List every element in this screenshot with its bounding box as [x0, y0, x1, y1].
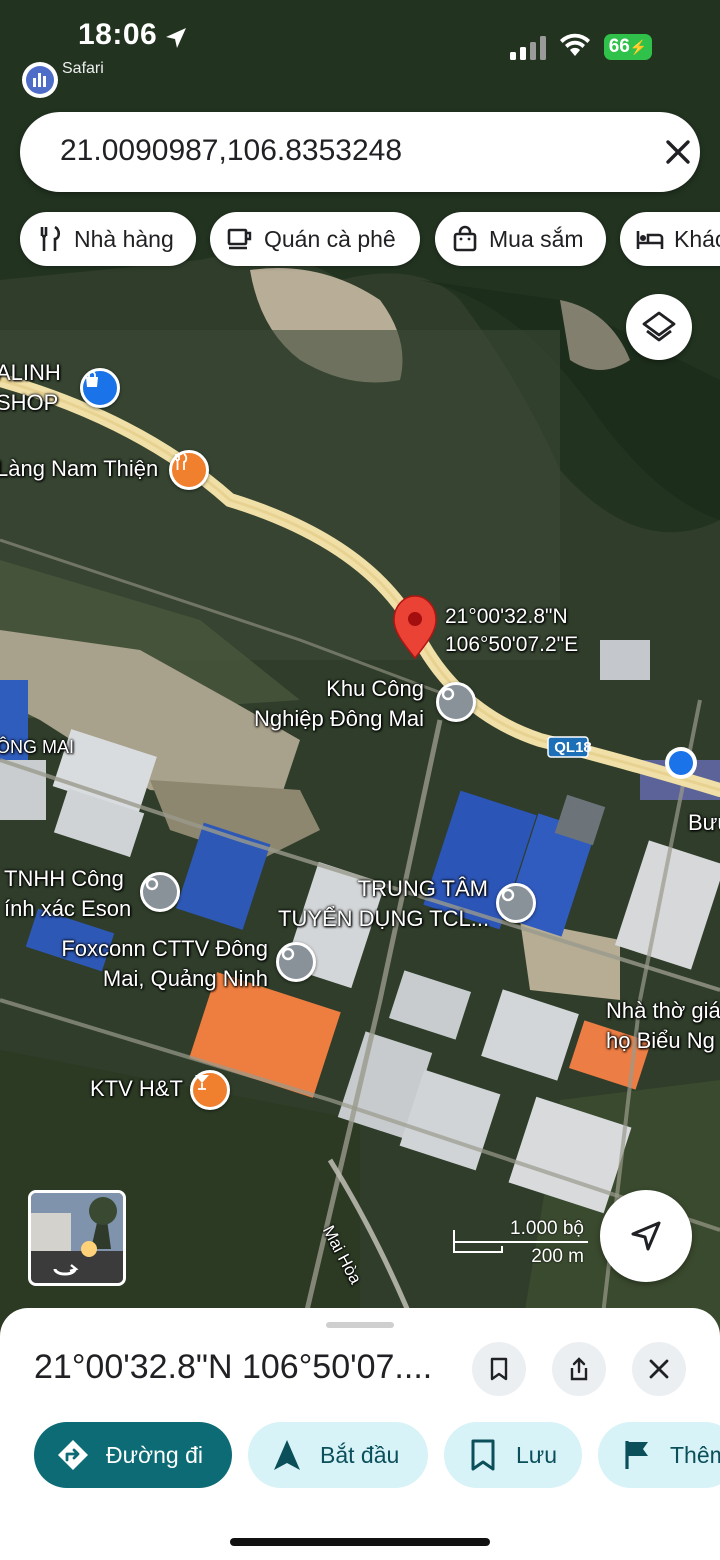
close-icon[interactable] — [660, 134, 696, 170]
drag-handle[interactable] — [326, 1322, 394, 1328]
bar-icon[interactable] — [190, 1070, 230, 1110]
back-app-label[interactable]: Safari — [62, 60, 104, 78]
place-nha-tho[interactable]: Nhà thờ giá họ Biểu Ng — [606, 996, 720, 1056]
restaurant-icon[interactable] — [169, 450, 209, 490]
close-icon — [649, 1359, 669, 1379]
place-buu-dien[interactable]: Bưu — [688, 808, 720, 838]
share-icon — [570, 1357, 588, 1381]
layers-icon — [642, 311, 676, 342]
chip-hotels[interactable]: Khác — [620, 212, 720, 266]
chip-shopping[interactable]: Mua sắm — [435, 212, 606, 266]
location-icon[interactable] — [496, 883, 536, 923]
more-button[interactable]: Thêm — [598, 1422, 720, 1488]
location-icon[interactable] — [436, 682, 476, 722]
place-lang-nam-thien[interactable]: Làng Nam Thiện — [0, 454, 158, 484]
dropped-pin-label: 21°00'32.8"N 106°50'07.2"E — [445, 603, 578, 659]
directions-button[interactable]: Đường đi — [34, 1422, 232, 1488]
home-indicator[interactable] — [230, 1538, 490, 1546]
status-bar: 18:06 Safari 66⚡ — [0, 0, 720, 98]
chip-cafe[interactable]: Quán cà phê — [210, 212, 420, 266]
place-tnhh-eson[interactable]: TNHH Công ính xác Eson — [4, 864, 131, 924]
chip-restaurants[interactable]: Nhà hàng — [20, 212, 196, 266]
directions-icon — [58, 1440, 88, 1470]
save-bookmark-button[interactable] — [472, 1342, 526, 1396]
pin-latitude: 21°00'32.8"N — [445, 605, 568, 628]
bookmark-icon — [490, 1357, 508, 1381]
action-buttons: Đường đi Bắt đầu Lưu Thêm — [0, 1422, 720, 1492]
location-arrow-icon — [166, 28, 186, 48]
location-icon[interactable] — [140, 872, 180, 912]
category-chips: Nhà hàng Quán cà phê Mua sắm Khác — [20, 212, 720, 268]
my-location-button[interactable] — [600, 1190, 692, 1282]
place-trung-tam-tuyen-dung-tcl[interactable]: TRUNG TÂM TUYỂN DỤNG TCL... — [278, 874, 489, 934]
hotel-icon — [636, 231, 664, 249]
place-title: 21°00'32.8"N 106°50'07.... — [34, 1348, 433, 1386]
shopping-bag-icon — [453, 225, 477, 252]
cellular-signal-icon — [510, 36, 546, 60]
navigation-arrow-icon — [274, 1440, 300, 1470]
navigation-arrow-icon — [631, 1221, 661, 1251]
share-button[interactable] — [552, 1342, 606, 1396]
search-query[interactable]: 21.0090987,106.8353248 — [60, 134, 402, 168]
area-label-dong-mai: ÔNG MAI — [0, 737, 75, 757]
cafe-icon — [227, 228, 252, 250]
close-sheet-button[interactable] — [632, 1342, 686, 1396]
save-button[interactable]: Lưu — [444, 1422, 582, 1488]
wifi-icon — [560, 33, 590, 56]
scale-bar — [453, 1230, 588, 1253]
pin-longitude: 106°50'07.2"E — [445, 633, 579, 656]
road-badge-label: QL18 — [554, 739, 592, 756]
restaurant-icon — [40, 225, 61, 251]
back-to-app-icon[interactable] — [22, 62, 58, 98]
start-button[interactable]: Bắt đầu — [248, 1422, 428, 1488]
flag-icon — [625, 1441, 648, 1469]
shopping-bag-icon[interactable] — [80, 368, 120, 408]
street-view-thumbnail[interactable] — [28, 1190, 126, 1286]
map-layers-button[interactable] — [626, 294, 692, 360]
charging-bolt-icon: ⚡ — [629, 39, 648, 55]
street-view-image — [31, 1193, 123, 1283]
bookmark-icon — [471, 1439, 495, 1471]
place-khu-cong-nghiep-dong-mai[interactable]: Khu Công Nghiệp Đông Mai — [242, 674, 424, 734]
place-foxconn[interactable]: Foxconn CTTV Đông Mai, Quảng Ninh — [52, 934, 268, 994]
location-icon[interactable] — [276, 942, 316, 982]
satellite-map[interactable]: QL18 21°00'32.8"N 106°50'07.2"E ALINH SH… — [0, 0, 720, 1340]
place-ktv-ht[interactable]: KTV H&T — [90, 1074, 183, 1104]
search-bar[interactable]: 21.0090987,106.8353248 — [20, 112, 700, 192]
place-bottom-sheet[interactable]: 21°00'32.8"N 106°50'07.... Đường đi Bắt … — [0, 1308, 720, 1560]
battery-indicator: 66⚡ — [604, 34, 652, 60]
place-alinh-shop[interactable]: ALINH SHOP — [0, 358, 61, 418]
map-scale: 1.000 bộ 200 m — [450, 1218, 590, 1274]
clock: 18:06 — [78, 18, 158, 51]
map-imagery — [0, 0, 720, 1340]
